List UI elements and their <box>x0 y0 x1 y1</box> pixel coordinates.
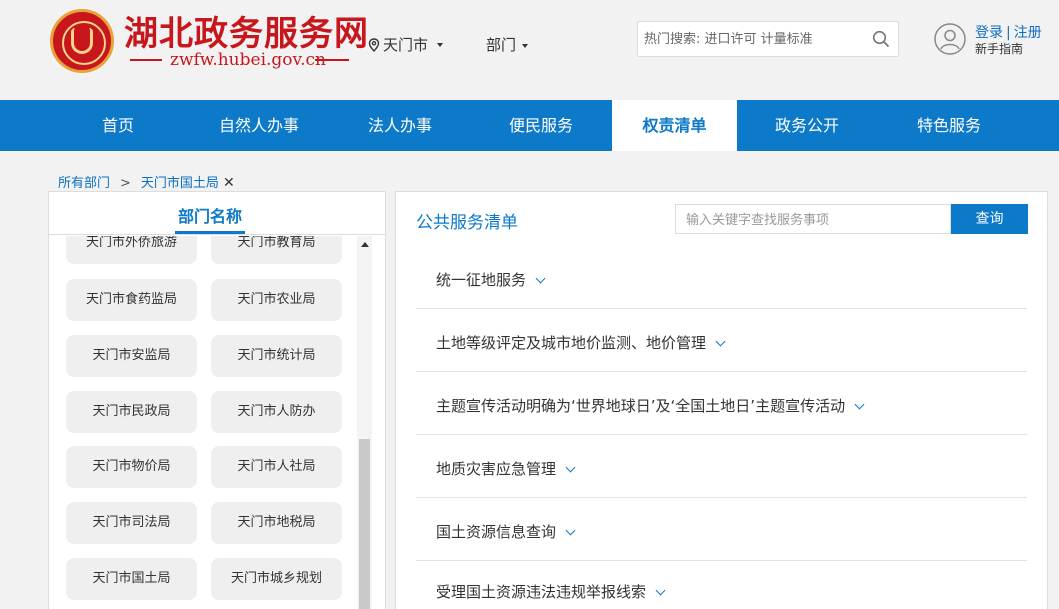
service-list: 统一征地服务 土地等级评定及城市地价监测、地价管理 主题宣传活动明确为‘世界地球… <box>416 246 1027 609</box>
title-underline <box>175 231 245 234</box>
department-button[interactable]: 天门市人防办 <box>211 391 342 433</box>
user-avatar-icon[interactable] <box>934 23 966 55</box>
service-search-button[interactable]: 查询 <box>951 204 1028 234</box>
department-scrollbar[interactable] <box>357 236 372 609</box>
department-panel-title: 部门名称 <box>178 207 243 226</box>
service-item-label: 土地等级评定及城市地价监测、地价管理 <box>436 334 707 352</box>
breadcrumb-root[interactable]: 所有部门 <box>58 176 110 191</box>
url-divider-left <box>130 59 162 61</box>
chevron-down-icon <box>854 399 865 410</box>
url-divider-right <box>315 59 349 61</box>
breadcrumb-separator: > <box>120 176 131 191</box>
search-icon[interactable] <box>872 30 890 48</box>
department-selector[interactable]: 部门 <box>486 34 529 55</box>
service-item[interactable]: 土地等级评定及城市地价监测、地价管理 <box>416 309 1027 372</box>
chevron-down-icon <box>565 525 576 536</box>
location-pin-icon <box>368 37 380 52</box>
department-list: 天门市外侨旅游 天门市教育局 天门市食药监局 天门市农业局 天门市安监局 天门市… <box>49 236 357 609</box>
site-url: zwfw.hubei.gov.cn <box>170 50 326 70</box>
nav-item-home[interactable]: 首页 <box>78 100 158 151</box>
site-title[interactable]: 湖北政务服务网 <box>124 6 369 55</box>
service-item-label: 统一征地服务 <box>436 271 527 289</box>
service-search <box>675 204 951 234</box>
department-button[interactable]: 天门市统计局 <box>211 335 342 377</box>
guide-link[interactable]: 新手指南 <box>975 40 1023 57</box>
service-item-label: 地质灾害应急管理 <box>436 460 557 478</box>
service-item[interactable]: 国土资源信息查询 <box>416 498 1027 561</box>
department-button[interactable]: 天门市农业局 <box>211 279 342 321</box>
service-item-label: 国土资源信息查询 <box>436 523 557 541</box>
nav-item-corporate[interactable]: 法人办事 <box>358 100 442 151</box>
nav-item-public-affairs[interactable]: 政务公开 <box>764 100 850 151</box>
header-search <box>637 21 899 57</box>
department-button[interactable]: 天门市安监局 <box>66 335 197 377</box>
close-icon[interactable]: ✕ <box>223 175 235 191</box>
department-button[interactable]: 天门市司法局 <box>66 502 197 544</box>
service-item[interactable]: 主题宣传活动明确为‘世界地球日’及‘全国土地日’主题宣传活动 <box>416 372 1027 435</box>
location-label: 天门市 <box>383 36 429 54</box>
department-button[interactable]: 天门市国土局 <box>66 558 197 600</box>
scroll-up-arrow-icon[interactable] <box>361 242 369 247</box>
breadcrumb: 所有部门 > 天门市国土局 ✕ <box>58 172 235 191</box>
department-button[interactable]: 天门市教育局 <box>211 236 342 264</box>
department-button[interactable]: 天门市物价局 <box>66 446 197 488</box>
service-item[interactable]: 统一征地服务 <box>416 246 1027 309</box>
department-button[interactable]: 天门市城乡规划 <box>211 558 342 600</box>
header-search-input[interactable] <box>644 28 864 50</box>
main-nav: 首页 自然人办事 法人办事 便民服务 权责清单 政务公开 特色服务 <box>0 100 1059 151</box>
location-selector[interactable]: 天门市 <box>368 34 444 55</box>
department-button[interactable]: 天门市人社局 <box>211 446 342 488</box>
department-button[interactable]: 天门市民政局 <box>66 391 197 433</box>
service-item[interactable]: 地质灾害应急管理 <box>416 435 1027 498</box>
service-item-label: 主题宣传活动明确为‘世界地球日’及‘全国土地日’主题宣传活动 <box>436 397 846 415</box>
register-link[interactable]: 注册 <box>1014 25 1042 41</box>
service-panel-title: 公共服务清单 <box>416 213 518 233</box>
auth-separator: | <box>1006 25 1011 41</box>
department-button[interactable]: 天门市食药监局 <box>66 279 197 321</box>
service-item-label: 受理国土资源违法违规举报线索 <box>436 583 647 601</box>
chevron-down-icon <box>715 336 726 347</box>
site-emblem-logo[interactable] <box>50 9 114 73</box>
header: 湖北政务服务网 zwfw.hubei.gov.cn 天门市 部门 登录|注册 新… <box>0 0 1059 100</box>
nav-item-convenience[interactable]: 便民服务 <box>498 100 584 151</box>
breadcrumb-current[interactable]: 天门市国土局 <box>141 176 219 191</box>
chevron-down-icon <box>655 585 666 596</box>
service-panel: 公共服务清单 查询 统一征地服务 土地等级评定及城市地价监测、地价管理 主题宣传… <box>395 191 1048 609</box>
department-button[interactable]: 天门市地税局 <box>211 502 342 544</box>
department-label: 部门 <box>486 36 517 54</box>
department-panel: 部门名称 天门市外侨旅游 天门市教育局 天门市食药监局 天门市农业局 天门市安监… <box>48 191 386 609</box>
service-search-input[interactable] <box>686 210 942 230</box>
nav-item-personal[interactable]: 自然人办事 <box>208 100 310 151</box>
service-item[interactable]: 受理国土资源违法违规举报线索 <box>416 561 1027 609</box>
chevron-down-icon <box>535 273 546 284</box>
nav-item-special[interactable]: 特色服务 <box>906 100 992 151</box>
department-panel-header: 部门名称 <box>49 192 385 235</box>
auth-links: 登录 | 注册 <box>975 22 1042 42</box>
chevron-down-icon <box>565 462 576 473</box>
chevron-down-icon <box>522 43 529 48</box>
nav-item-power-list[interactable]: 权责清单 <box>612 100 737 151</box>
department-button[interactable]: 天门市外侨旅游 <box>66 236 197 264</box>
login-link[interactable]: 登录 <box>975 25 1003 41</box>
chevron-down-icon <box>437 42 444 47</box>
scrollbar-thumb[interactable] <box>359 439 370 609</box>
